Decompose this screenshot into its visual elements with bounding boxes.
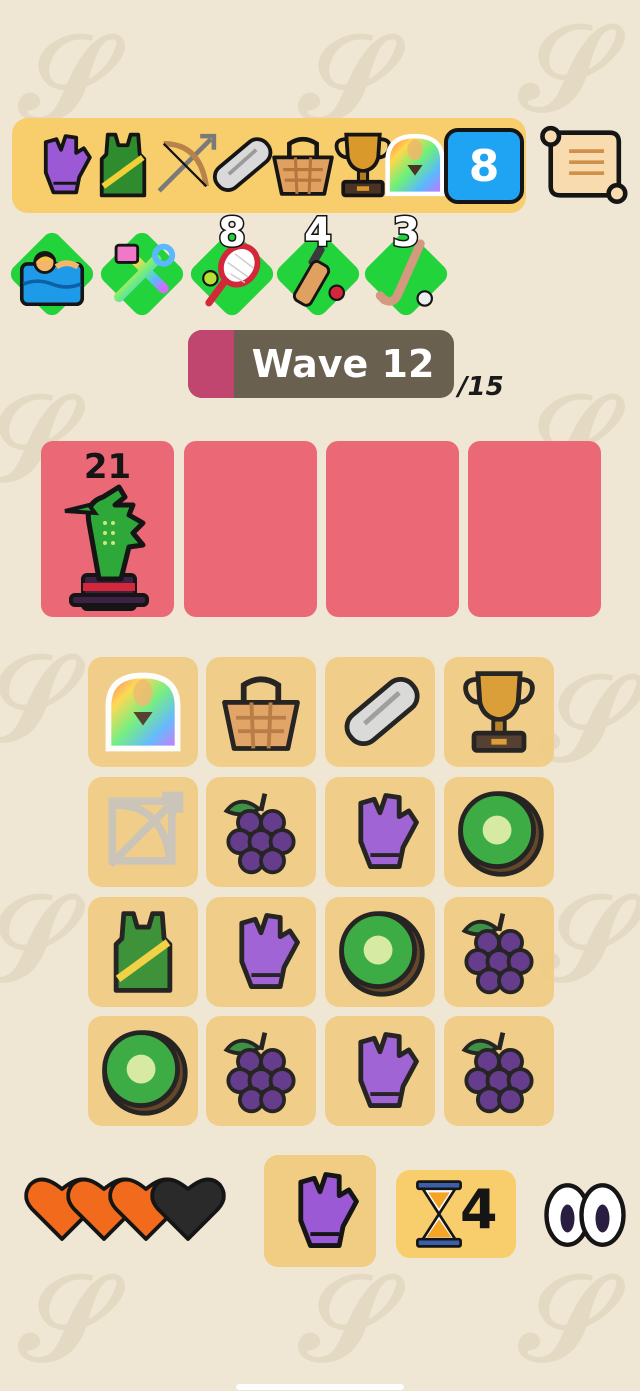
grapes-icon (213, 1023, 309, 1119)
board-tile[interactable] (444, 777, 554, 887)
board-tile[interactable] (444, 1016, 554, 1126)
wave-label: Wave 12 (251, 342, 435, 386)
perk-tools[interactable] (96, 228, 188, 320)
purple-glove-icon (332, 1023, 428, 1119)
board-tile[interactable] (325, 1016, 435, 1126)
scroll-log-button[interactable] (536, 118, 628, 210)
kiwi-icon (451, 784, 547, 880)
board-tile[interactable] (325, 657, 435, 767)
kiwi-icon (332, 904, 428, 1000)
held-item-slot[interactable] (264, 1155, 376, 1267)
perk-count: 8 (217, 209, 248, 258)
enemy-lane-3[interactable] (326, 441, 459, 617)
board-tile[interactable] (88, 657, 198, 767)
board-tile[interactable] (444, 897, 554, 1007)
lives-hearts (24, 1172, 230, 1244)
board-tile[interactable] (444, 657, 554, 767)
purple-glove-icon (213, 904, 309, 1000)
enemy-lane-1[interactable]: 21 (41, 441, 174, 617)
wave-progress-bar: Wave 12 (188, 330, 454, 398)
eyes-icon (540, 1180, 630, 1250)
kiwi-icon (95, 1023, 191, 1119)
purple-glove-icon (272, 1163, 368, 1259)
inventory-bar: 8 (12, 118, 526, 213)
board-tile[interactable] (206, 777, 316, 887)
bow-arrow-ghost-icon (95, 784, 191, 880)
board-tile[interactable] (88, 1016, 198, 1126)
perk-tennis[interactable]: 8 (186, 209, 278, 320)
board-tile[interactable] (88, 897, 198, 1007)
tools-icon (106, 238, 178, 310)
turn-timer: 4 (396, 1170, 516, 1258)
home-indicator[interactable] (236, 1384, 404, 1390)
green-jersey-icon (95, 904, 191, 1000)
perk-count: 3 (391, 209, 422, 258)
enemy-lane-2[interactable] (184, 441, 317, 617)
grapes-icon (451, 1023, 547, 1119)
crocodile-top-hat-icon (59, 483, 159, 613)
perk-count: 4 (303, 209, 334, 258)
inventory-count: 8 (444, 128, 524, 204)
rainbow-idol-icon[interactable] (376, 126, 454, 204)
trophy-icon (451, 664, 547, 760)
grapes-icon (451, 904, 547, 1000)
wave-progress-fill (188, 330, 234, 398)
enemy-hp: 21 (83, 447, 132, 487)
scroll-icon (536, 118, 628, 210)
view-enemy-button[interactable] (540, 1180, 630, 1250)
perk-hockey[interactable]: 3 (360, 209, 452, 320)
board-tile[interactable] (325, 777, 435, 887)
perk-cricket[interactable]: 4 (272, 209, 364, 320)
rainbow-idol-icon (95, 664, 191, 760)
board-tile[interactable] (206, 897, 316, 1007)
newspaper-icon (332, 664, 428, 760)
basket-icon (213, 664, 309, 760)
heart-empty-icon (150, 1174, 226, 1242)
hourglass-icon (412, 1178, 466, 1250)
grapes-icon (213, 784, 309, 880)
swimmer-icon (16, 238, 88, 310)
perk-swimmer[interactable] (6, 228, 98, 320)
board-tile[interactable] (206, 1016, 316, 1126)
board-tile[interactable] (88, 777, 198, 887)
board-tile[interactable] (325, 897, 435, 1007)
purple-glove-icon (332, 784, 428, 880)
timer-count: 4 (460, 1178, 498, 1241)
board-tile[interactable] (206, 657, 316, 767)
enemy-lane-4[interactable] (468, 441, 601, 617)
wave-total: /15 (458, 372, 504, 402)
